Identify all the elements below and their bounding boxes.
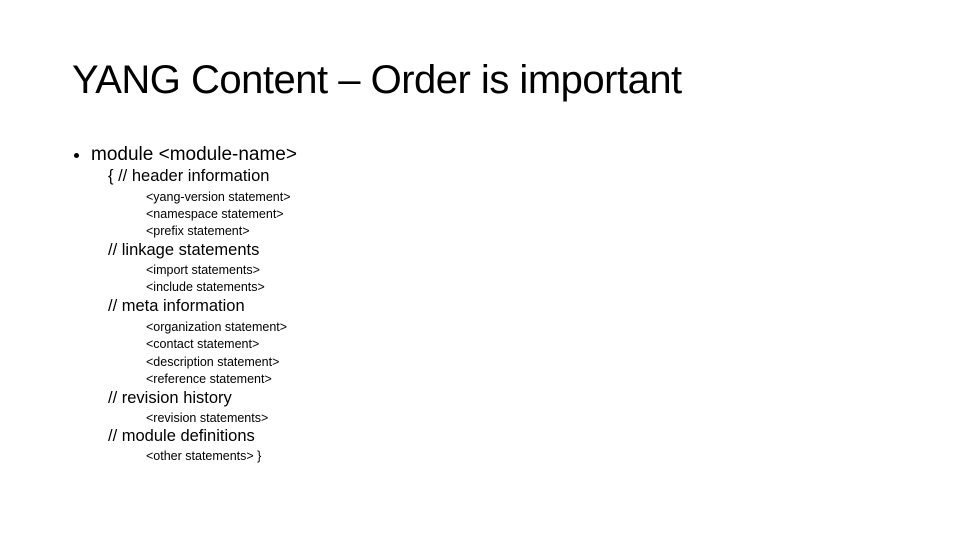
statement-organization: <organization statement> xyxy=(146,320,288,334)
statement-other: <other statements> } xyxy=(146,449,262,463)
bullet-module: module <module-name> xyxy=(91,144,297,165)
comment-revision-history: // revision history xyxy=(108,389,232,407)
slide-title: YANG Content – Order is important xyxy=(72,58,682,102)
comment-header-information: { // header information xyxy=(108,167,270,185)
bullet-dot-icon xyxy=(74,153,79,158)
comment-meta-information: // meta information xyxy=(108,297,245,315)
statement-description: <description statement> xyxy=(146,355,280,369)
statement-include: <include statements> xyxy=(146,280,265,294)
statement-reference: <reference statement> xyxy=(146,372,272,386)
statement-prefix: <prefix statement> xyxy=(146,224,250,238)
statement-import: <import statements> xyxy=(146,263,260,277)
statement-contact: <contact statement> xyxy=(146,337,260,351)
comment-module-definitions: // module definitions xyxy=(108,427,255,445)
statement-revision: <revision statements> xyxy=(146,411,269,425)
statement-namespace: <namespace statement> xyxy=(146,207,284,221)
statement-yang-version: <yang-version statement> xyxy=(146,190,291,204)
comment-linkage-statements: // linkage statements xyxy=(108,241,260,259)
